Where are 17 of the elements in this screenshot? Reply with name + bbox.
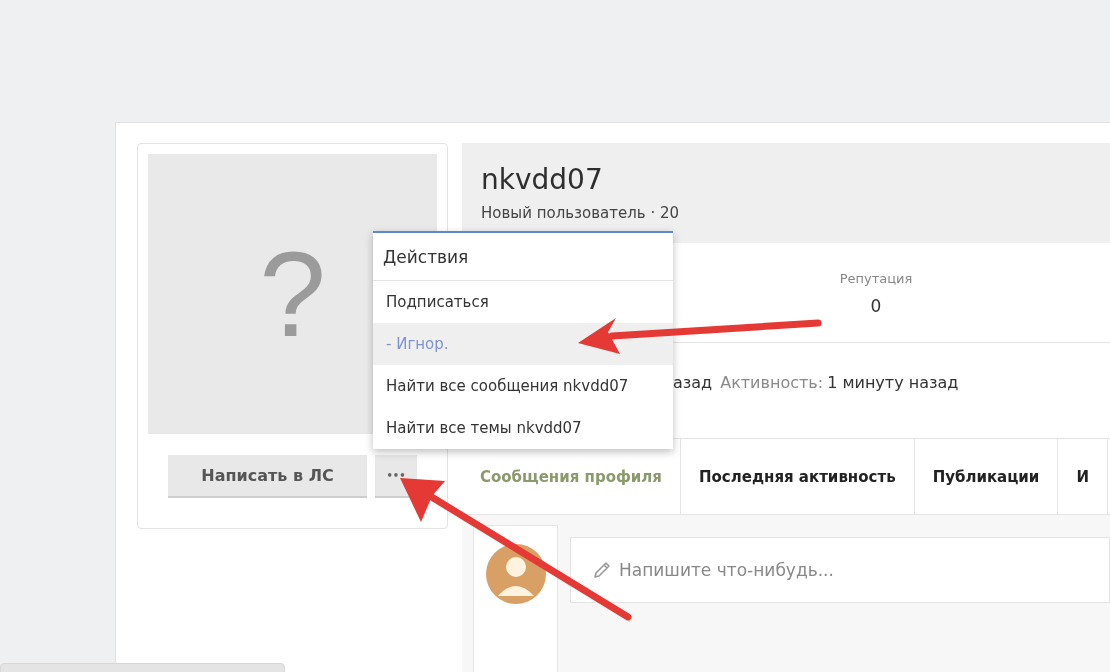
menu-item[interactable]: Найти все сообщения nkvdd07 (373, 365, 673, 407)
username: nkvdd07 (481, 163, 604, 196)
tab[interactable]: И (1058, 439, 1108, 514)
info-label: Активность: (720, 373, 824, 394)
info-text: азад (673, 373, 713, 394)
message-button[interactable]: Написать в ЛС (168, 455, 367, 498)
stat-value: 0 (869, 296, 883, 316)
question-mark: ? (259, 234, 326, 354)
avatar (485, 544, 546, 604)
stat-label: Репутация (838, 271, 914, 286)
user-title: Новый пользователь · 20 (481, 204, 681, 222)
menu-item[interactable]: Подписаться (373, 281, 673, 323)
tab[interactable]: Последняя активность (681, 439, 915, 514)
tab[interactable]: Публикации (914, 439, 1059, 514)
menu-title: Действия (373, 233, 673, 281)
status-input-field[interactable]: Напишите что-нибудь... (570, 537, 1110, 603)
info-value: 1 минуту назад (827, 373, 959, 394)
